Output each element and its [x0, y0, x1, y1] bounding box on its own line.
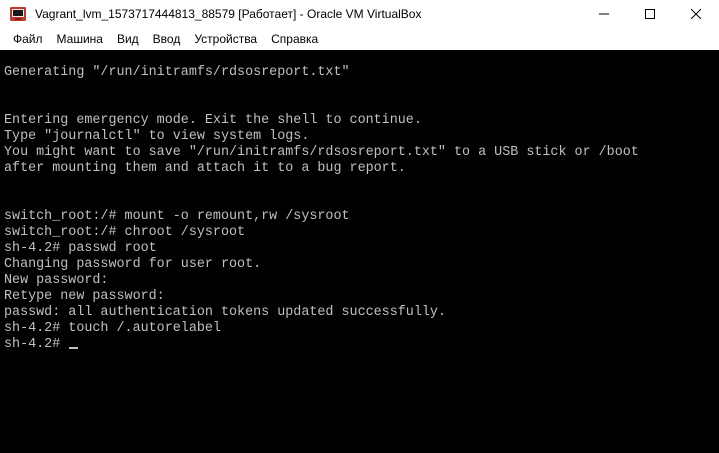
- minimize-button[interactable]: [581, 0, 627, 28]
- console-line: Retype new password:: [4, 289, 165, 304]
- minimize-icon: [599, 9, 609, 19]
- close-icon: [691, 9, 701, 19]
- console-line: after mounting them and attach it to a b…: [4, 161, 406, 176]
- console-line: Generating "/run/initramfs/rdsosreport.t…: [4, 65, 350, 80]
- menu-bar: Файл Машина Вид Ввод Устройства Справка: [0, 28, 719, 50]
- close-button[interactable]: [673, 0, 719, 28]
- maximize-icon: [645, 9, 655, 19]
- console-line: Type "journalctl" to view system logs.: [4, 129, 310, 144]
- console-line: switch_root:/# chroot /sysroot: [4, 225, 246, 240]
- menu-item-machine[interactable]: Машина: [50, 28, 110, 50]
- console-line: switch_root:/# mount -o remount,rw /sysr…: [4, 209, 350, 224]
- window-title: Vagrant_lvm_1573717444813_88579 [Работае…: [35, 7, 422, 21]
- console-line: New password:: [4, 273, 109, 288]
- window-controls: [581, 0, 719, 28]
- menu-item-view[interactable]: Вид: [110, 28, 146, 50]
- maximize-button[interactable]: [627, 0, 673, 28]
- console-line: passwd: all authentication tokens update…: [4, 305, 446, 320]
- menu-item-devices[interactable]: Устройства: [187, 28, 264, 50]
- console-line: Changing password for user root.: [4, 257, 262, 272]
- console-prompt-line[interactable]: sh-4.2#: [4, 337, 639, 353]
- title-bar[interactable]: Vagrant_lvm_1573717444813_88579 [Работае…: [0, 0, 719, 28]
- console-output: Generating "/run/initramfs/rdsosreport.t…: [4, 65, 639, 353]
- menu-item-file[interactable]: Файл: [6, 28, 50, 50]
- vm-console-screen[interactable]: Generating "/run/initramfs/rdsosreport.t…: [0, 50, 719, 453]
- text-cursor: [69, 347, 79, 349]
- virtualbox-window: Vagrant_lvm_1573717444813_88579 [Работае…: [0, 0, 719, 453]
- console-line: sh-4.2# passwd root: [4, 241, 157, 256]
- menu-item-help[interactable]: Справка: [264, 28, 325, 50]
- console-line: You might want to save "/run/initramfs/r…: [4, 145, 639, 160]
- menu-item-input[interactable]: Ввод: [146, 28, 188, 50]
- console-line: Entering emergency mode. Exit the shell …: [4, 113, 422, 128]
- virtualbox-icon: [9, 5, 27, 23]
- console-line: sh-4.2# touch /.autorelabel: [4, 321, 221, 336]
- console-prompt: sh-4.2#: [4, 337, 69, 352]
